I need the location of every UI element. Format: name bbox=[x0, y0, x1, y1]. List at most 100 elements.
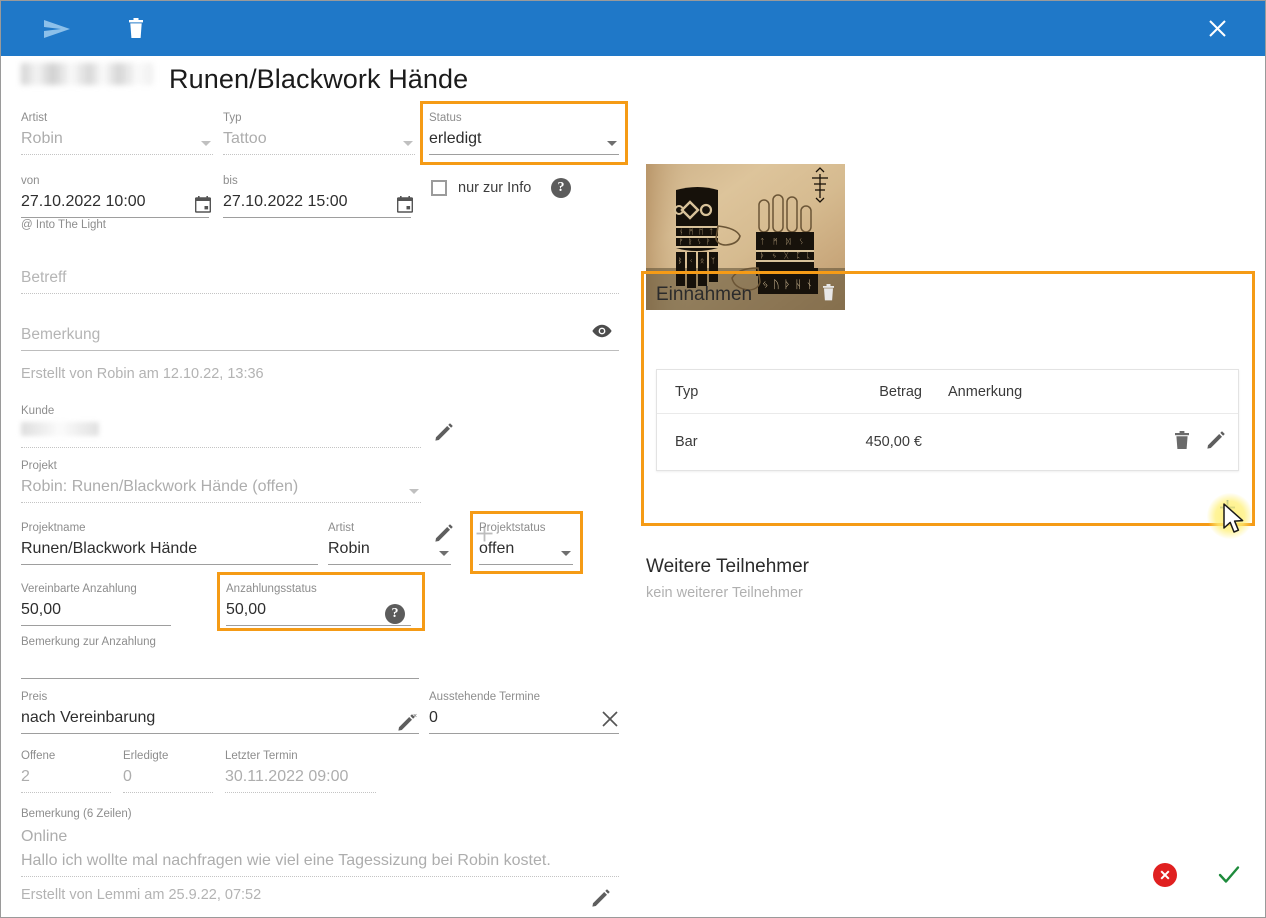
field-value bbox=[21, 420, 421, 444]
field-letzter-termin[interactable]: Letzter Termin 30.11.2022 09:00 bbox=[225, 749, 376, 793]
delete-icon[interactable] bbox=[108, 1, 163, 56]
calendar-icon[interactable] bbox=[195, 196, 211, 213]
checkbox-nur-zur-info[interactable] bbox=[431, 180, 447, 196]
field-underline bbox=[21, 792, 111, 793]
svg-text:ᛗ: ᛗ bbox=[773, 237, 778, 246]
field-underline bbox=[21, 293, 619, 294]
svg-text:ᚦ: ᚦ bbox=[784, 279, 791, 291]
table-row[interactable]: Bar 450,00 € bbox=[657, 414, 1238, 470]
field-erledigte[interactable]: Erledigte 0 bbox=[123, 749, 213, 793]
field-typ[interactable]: Typ Tattoo bbox=[223, 111, 415, 155]
calendar-icon-glyph bbox=[195, 196, 211, 213]
field-vereinbarte-anzahlung[interactable]: Vereinbarte Anzahlung 50,00 bbox=[21, 582, 171, 626]
svg-text:ᛃ: ᛃ bbox=[772, 251, 777, 260]
pencil-icon-glyph bbox=[435, 423, 453, 441]
field-projektname[interactable]: Projektname Runen/Blackwork Hände bbox=[21, 521, 318, 565]
cell-betrag: 450,00 € bbox=[865, 434, 922, 450]
delete-row-icon[interactable] bbox=[1174, 430, 1190, 454]
chevron-down-icon[interactable] bbox=[403, 141, 413, 146]
field-label: Artist bbox=[328, 522, 355, 534]
cancel-button[interactable] bbox=[1153, 863, 1177, 887]
field-label: Artist bbox=[21, 112, 48, 124]
field-projekt-artist[interactable]: Artist Robin bbox=[328, 521, 451, 565]
edit-price-icon[interactable]: × bbox=[397, 712, 417, 732]
field-projekt-bemerkung[interactable]: Bemerkung (6 Zeilen) Online Hallo ich wo… bbox=[21, 807, 619, 877]
chevron-down-icon[interactable] bbox=[409, 489, 419, 494]
add-income-button[interactable] bbox=[1219, 499, 1236, 516]
field-label: bis bbox=[223, 175, 238, 187]
field-bemerkung-anzahlung[interactable]: Bemerkung zur Anzahlung bbox=[21, 635, 419, 679]
field-underline bbox=[21, 350, 619, 351]
field-artist-appointment[interactable]: Artist Robin bbox=[21, 111, 213, 155]
field-bemerkung[interactable]: Bemerkung bbox=[21, 321, 619, 351]
edit-note-icon[interactable] bbox=[591, 888, 611, 908]
field-label: Letzter Termin bbox=[225, 750, 298, 762]
field-preis[interactable]: Preis nach Vereinbarung × bbox=[21, 690, 419, 734]
field-label: Preis bbox=[21, 691, 48, 703]
chevron-down-icon[interactable] bbox=[561, 551, 571, 556]
einnahmen-header-row: Typ Betrag Anmerkung bbox=[657, 370, 1238, 414]
field-label: Anzahlungsstatus bbox=[226, 583, 317, 595]
field-underline bbox=[123, 792, 213, 793]
help-icon-info[interactable]: ? bbox=[551, 178, 571, 198]
svg-text:ᚠ: ᚠ bbox=[679, 238, 683, 246]
svg-text:ᛒ: ᛒ bbox=[678, 257, 682, 265]
confirm-button[interactable] bbox=[1217, 863, 1241, 887]
field-value: 27.10.2022 10:00 bbox=[21, 193, 146, 210]
calendar-icon[interactable] bbox=[397, 196, 413, 213]
field-value: 50,00 bbox=[21, 601, 62, 618]
field-underline bbox=[21, 447, 421, 448]
field-underline bbox=[225, 792, 376, 793]
field-underline bbox=[21, 154, 213, 155]
field-bis[interactable]: bis 27.10.2022 15:00 bbox=[223, 174, 413, 218]
plus-icon-glyph bbox=[1220, 500, 1235, 515]
edit-row-icon[interactable] bbox=[1206, 430, 1226, 454]
chevron-down-icon[interactable] bbox=[439, 551, 449, 556]
chevron-down-icon[interactable] bbox=[607, 141, 617, 146]
column-header-betrag: Betrag bbox=[879, 383, 922, 400]
field-value: 2 bbox=[21, 768, 30, 785]
help-icon-glyph: ? bbox=[551, 178, 571, 198]
svg-text:ᚾ: ᚾ bbox=[679, 228, 683, 236]
field-value: Robin bbox=[328, 540, 370, 557]
row-actions bbox=[1174, 430, 1226, 454]
pencil-icon-glyph bbox=[1207, 431, 1225, 449]
help-icon-anzahlung[interactable]: ? bbox=[385, 604, 405, 624]
field-underline bbox=[21, 678, 419, 679]
close-icon[interactable] bbox=[1195, 1, 1239, 56]
customer-value-redacted bbox=[21, 422, 99, 436]
field-ausstehende-termine[interactable]: Ausstehende Termine 0 bbox=[429, 690, 619, 734]
svg-text:ᛊ: ᛊ bbox=[799, 237, 804, 246]
field-value bbox=[21, 651, 419, 675]
field-label: Erledigte bbox=[123, 750, 169, 762]
field-value: Runen/Blackwork Hände bbox=[21, 540, 198, 557]
dialog-body: Runen/Blackwork Hände Artist Robin Typ T… bbox=[1, 56, 1265, 917]
edit-customer-icon[interactable] bbox=[434, 422, 454, 442]
eye-icon[interactable] bbox=[591, 324, 613, 338]
field-underline bbox=[21, 217, 209, 218]
field-kunde[interactable]: Kunde bbox=[21, 404, 421, 448]
field-anzahlungsstatus[interactable]: Anzahlungsstatus 50,00 ? bbox=[226, 582, 411, 626]
column-header-anmerkung: Anmerkung bbox=[948, 383, 1023, 400]
clear-icon[interactable] bbox=[601, 710, 619, 728]
svg-text:ᛗ: ᛗ bbox=[689, 228, 693, 236]
send-icon[interactable] bbox=[29, 1, 84, 56]
field-label: Typ bbox=[223, 112, 242, 124]
chevron-down-icon[interactable] bbox=[201, 141, 211, 146]
field-status[interactable]: Status erledigt bbox=[429, 111, 619, 155]
window-titlebar bbox=[1, 1, 1265, 56]
field-betreff[interactable]: Betreff bbox=[21, 264, 619, 294]
field-underline bbox=[479, 564, 573, 565]
location-note: @ Into The Light bbox=[21, 219, 106, 231]
pencil-icon-glyph: × bbox=[398, 713, 417, 731]
field-underline bbox=[328, 564, 451, 565]
field-projekt-select[interactable]: Projekt Robin: Runen/Blackwork Hände (of… bbox=[21, 459, 421, 503]
field-offene[interactable]: Offene 2 bbox=[21, 749, 111, 793]
field-underline bbox=[429, 154, 619, 155]
field-value: 30.11.2022 09:00 bbox=[225, 768, 349, 785]
checkbox-label-nur-zur-info: nur zur Info bbox=[458, 180, 532, 196]
svg-text:ᛏ: ᛏ bbox=[760, 237, 765, 246]
field-von[interactable]: von 27.10.2022 10:00 bbox=[21, 174, 211, 218]
field-projektstatus[interactable]: Projektstatus offen bbox=[479, 521, 573, 565]
field-underline bbox=[226, 625, 411, 626]
